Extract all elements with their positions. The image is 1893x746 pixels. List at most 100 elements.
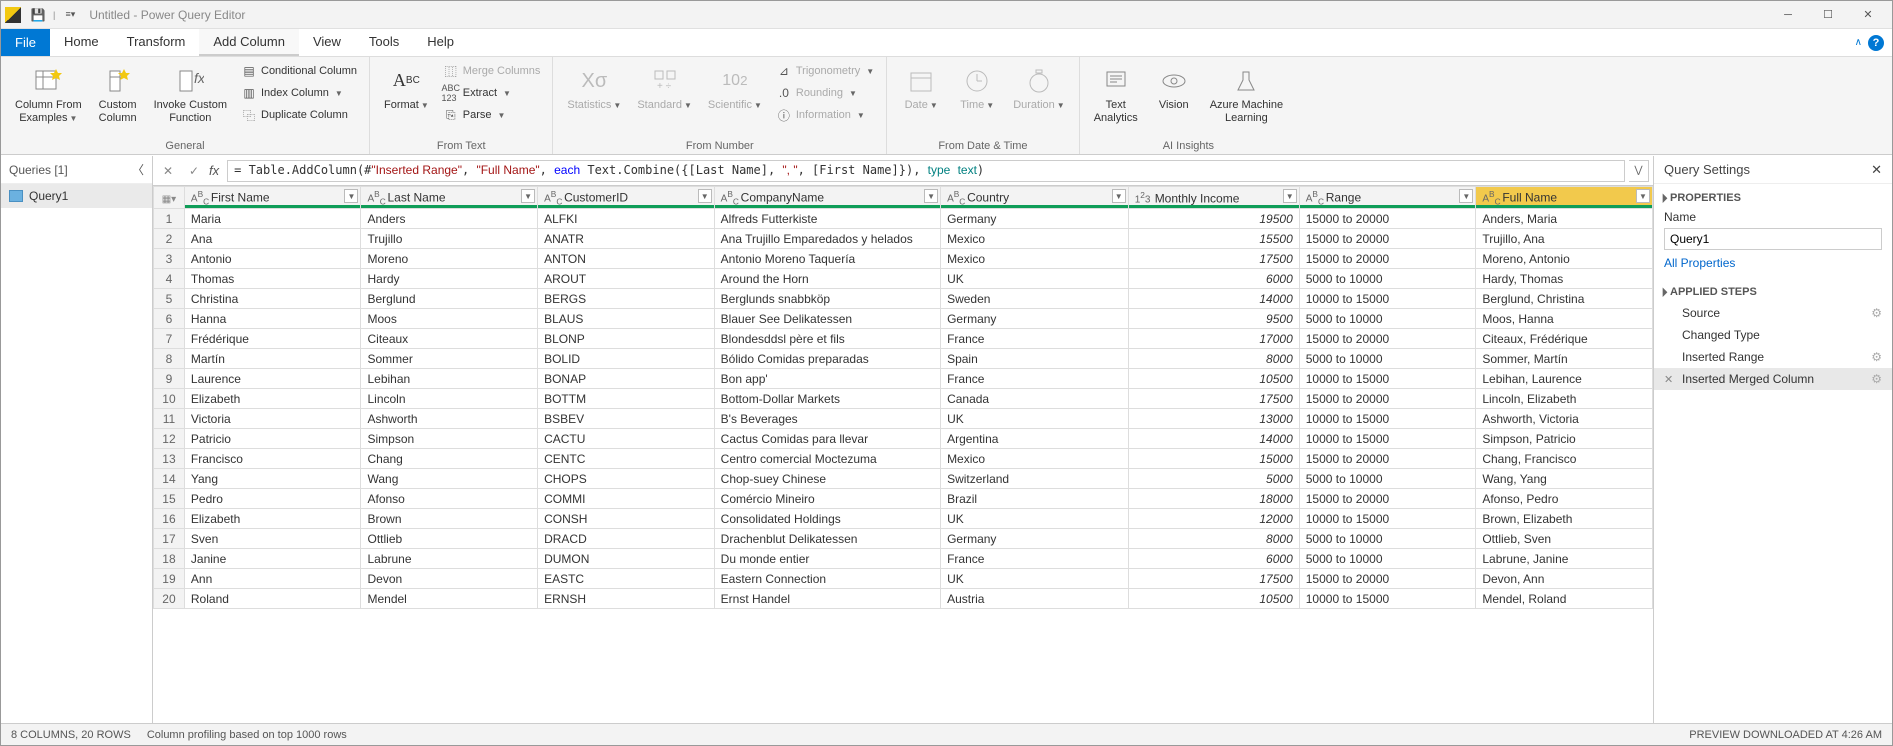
table-row[interactable]: 9LaurenceLebihanBONAPBon app'France10500… <box>154 369 1653 389</box>
table-row[interactable]: 6HannaMoosBLAUSBlauer See DelikatessenGe… <box>154 309 1653 329</box>
filter-icon[interactable]: ▼ <box>698 189 712 203</box>
filter-icon[interactable]: ▼ <box>1112 189 1126 203</box>
date-button[interactable]: Date▼ <box>895 61 947 116</box>
row-number[interactable]: 3 <box>154 249 185 269</box>
cell[interactable]: Anders, Maria <box>1476 209 1653 229</box>
cell[interactable]: 9500 <box>1128 309 1299 329</box>
cell[interactable]: Ashworth <box>361 409 538 429</box>
cell[interactable]: Bottom-Dollar Markets <box>714 389 940 409</box>
tab-transform[interactable]: Transform <box>113 29 200 56</box>
cell[interactable]: Moreno <box>361 249 538 269</box>
save-button[interactable]: 💾 <box>27 4 49 26</box>
cell[interactable]: 5000 to 10000 <box>1299 349 1476 369</box>
cell[interactable]: Cactus Comidas para llevar <box>714 429 940 449</box>
cell[interactable]: Antonio <box>184 249 361 269</box>
qat-dropdown[interactable]: ≡▾ <box>59 4 81 26</box>
cell[interactable]: Eastern Connection <box>714 569 940 589</box>
invoke-custom-function-button[interactable]: fx Invoke Custom Function <box>148 61 233 129</box>
cell[interactable]: 15000 to 20000 <box>1299 229 1476 249</box>
cell[interactable]: Sommer <box>361 349 538 369</box>
file-tab[interactable]: File <box>1 29 50 56</box>
cell[interactable]: 17500 <box>1128 249 1299 269</box>
cell[interactable]: 15500 <box>1128 229 1299 249</box>
row-number[interactable]: 20 <box>154 589 185 609</box>
cell[interactable]: France <box>941 549 1129 569</box>
cell[interactable]: Sweden <box>941 289 1129 309</box>
cell[interactable]: Bólido Comidas preparadas <box>714 349 940 369</box>
cell[interactable]: Lebihan, Laurence <box>1476 369 1653 389</box>
row-number[interactable]: 13 <box>154 449 185 469</box>
conditional-column-button[interactable]: ▤Conditional Column <box>237 61 361 81</box>
cell[interactable]: Austria <box>941 589 1129 609</box>
cell[interactable]: Maria <box>184 209 361 229</box>
cell[interactable]: Sven <box>184 529 361 549</box>
cell[interactable]: Yang <box>184 469 361 489</box>
cell[interactable]: 5000 <box>1128 469 1299 489</box>
format-button[interactable]: ABC Format▼ <box>378 61 435 116</box>
cell[interactable]: 17500 <box>1128 389 1299 409</box>
duration-button[interactable]: Duration▼ <box>1007 61 1071 116</box>
tab-add-column[interactable]: Add Column <box>199 29 299 56</box>
standard-button[interactable]: + ÷ Standard▼ <box>631 61 698 116</box>
column-header[interactable]: ABCCustomerID▼ <box>538 187 715 209</box>
cell[interactable]: Simpson <box>361 429 538 449</box>
row-number[interactable]: 14 <box>154 469 185 489</box>
type-icon[interactable]: ABC <box>544 189 562 206</box>
cell[interactable]: Chang <box>361 449 538 469</box>
row-number[interactable]: 12 <box>154 429 185 449</box>
table-row[interactable]: 7FrédériqueCiteauxBLONPBlondesddsl père … <box>154 329 1653 349</box>
applied-step[interactable]: Inserted Range⚙ <box>1654 346 1892 368</box>
tab-view[interactable]: View <box>299 29 355 56</box>
rounding-button[interactable]: .0Rounding▼ <box>772 83 878 103</box>
azure-ml-button[interactable]: Azure Machine Learning <box>1204 61 1289 129</box>
cell[interactable]: Elizabeth <box>184 509 361 529</box>
cell[interactable]: Devon <box>361 569 538 589</box>
table-row[interactable]: 15PedroAfonsoCOMMIComércio MineiroBrazil… <box>154 489 1653 509</box>
cancel-formula-button[interactable]: ✕ <box>157 160 179 182</box>
cell[interactable]: Chang, Francisco <box>1476 449 1653 469</box>
table-row[interactable]: 2AnaTrujilloANATRAna Trujillo Emparedado… <box>154 229 1653 249</box>
table-row[interactable]: 17SvenOttliebDRACDDrachenblut Delikatess… <box>154 529 1653 549</box>
cell[interactable]: Francisco <box>184 449 361 469</box>
cell[interactable]: ERNSH <box>538 589 715 609</box>
cell[interactable]: Ernst Handel <box>714 589 940 609</box>
table-row[interactable]: 18JanineLabruneDUMONDu monde entierFranc… <box>154 549 1653 569</box>
statistics-button[interactable]: Χσ Statistics▼ <box>561 61 627 116</box>
cell[interactable]: Ana <box>184 229 361 249</box>
cell[interactable]: BOTTM <box>538 389 715 409</box>
cell[interactable]: Patricio <box>184 429 361 449</box>
cell[interactable]: 17000 <box>1128 329 1299 349</box>
cell[interactable]: Hardy <box>361 269 538 289</box>
cell[interactable]: Wang, Yang <box>1476 469 1653 489</box>
parse-button[interactable]: ⎘Parse▼ <box>439 105 545 125</box>
cell[interactable]: BERGS <box>538 289 715 309</box>
collapse-queries-icon[interactable]: 〈 <box>132 161 144 178</box>
accept-formula-button[interactable]: ✓ <box>183 160 205 182</box>
query-item[interactable]: Query1 <box>1 184 152 208</box>
row-number[interactable]: 18 <box>154 549 185 569</box>
table-row[interactable]: 11VictoriaAshworthBSBEVB's BeveragesUK13… <box>154 409 1653 429</box>
maximize-button[interactable]: ☐ <box>1808 1 1848 29</box>
table-row[interactable]: 4ThomasHardyAROUTAround the HornUK600050… <box>154 269 1653 289</box>
cell[interactable]: 10000 to 15000 <box>1299 369 1476 389</box>
cell[interactable]: France <box>941 329 1129 349</box>
cell[interactable]: 19500 <box>1128 209 1299 229</box>
cell[interactable]: Mexico <box>941 229 1129 249</box>
gear-icon[interactable]: ⚙ <box>1871 350 1882 364</box>
cell[interactable]: Mendel, Roland <box>1476 589 1653 609</box>
cell[interactable]: Switzerland <box>941 469 1129 489</box>
time-button[interactable]: Time▼ <box>951 61 1003 116</box>
table-corner[interactable]: ▦▾ <box>154 187 185 209</box>
cell[interactable]: Devon, Ann <box>1476 569 1653 589</box>
gear-icon[interactable]: ⚙ <box>1871 372 1882 386</box>
cell[interactable]: Brown <box>361 509 538 529</box>
cell[interactable]: Germany <box>941 529 1129 549</box>
tab-help[interactable]: Help <box>413 29 468 56</box>
column-header[interactable]: ABCCountry▼ <box>941 187 1129 209</box>
cell[interactable]: Blauer See Delikatessen <box>714 309 940 329</box>
close-settings-button[interactable]: ✕ <box>1871 162 1882 178</box>
row-number[interactable]: 9 <box>154 369 185 389</box>
cell[interactable]: UK <box>941 409 1129 429</box>
cell[interactable]: Antonio Moreno Taquería <box>714 249 940 269</box>
cell[interactable]: Laurence <box>184 369 361 389</box>
